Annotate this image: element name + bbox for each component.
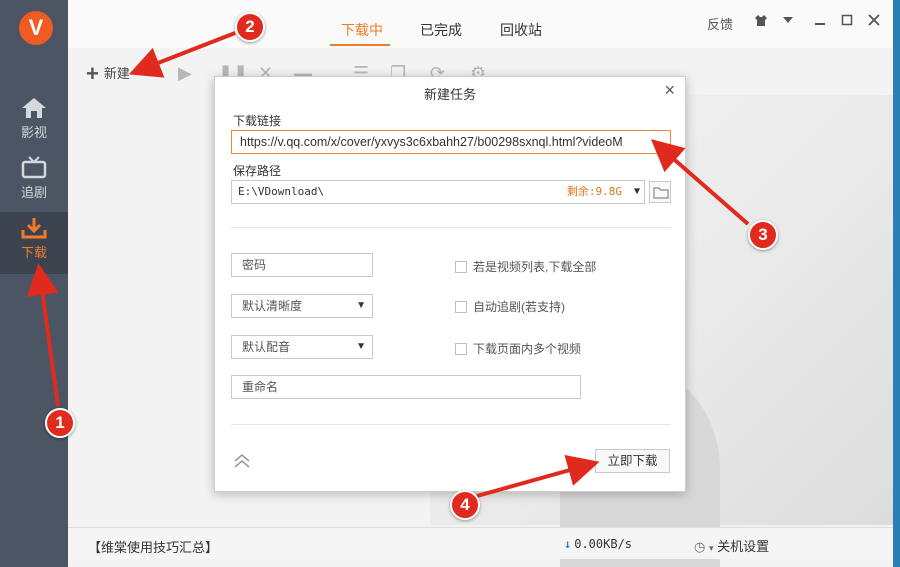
new-task-button[interactable]: + 新建 <box>86 61 130 87</box>
sidebar-item-download[interactable]: 下载 <box>0 212 68 274</box>
plus-icon: + <box>86 61 99 86</box>
rename-input[interactable]: 重命名 <box>231 375 581 399</box>
sidebar-item-label: 影视 <box>20 125 47 140</box>
chevron-down-icon: ▼ <box>356 300 366 311</box>
close-window-icon[interactable] <box>868 14 880 29</box>
down-arrow-icon: ↓ <box>564 537 572 551</box>
divider <box>231 424 671 425</box>
close-icon[interactable]: × <box>664 80 675 101</box>
home-icon <box>0 92 68 122</box>
status-bar: 【维棠使用技巧汇总】 ↓ 0.00KB/s ◷ ▾ 关机设置 <box>68 527 893 559</box>
top-bar: 下载中 已完成 回收站 反馈 <box>68 0 893 48</box>
sidebar-item-label: 下载 <box>20 245 47 260</box>
save-path-select[interactable]: E:\VDownload\ 剩余:9.8G ▼ <box>231 180 645 204</box>
audio-value: 默认配音 <box>242 340 291 354</box>
feedback-link[interactable]: 反馈 <box>707 14 733 33</box>
checkbox-label: 若是视频列表,下载全部 <box>473 260 597 274</box>
app-logo: V <box>19 11 53 45</box>
chevron-down-icon: ▾ <box>708 543 714 553</box>
tab-downloading[interactable]: 下载中 <box>341 20 383 40</box>
new-task-label: 新建 <box>103 66 130 81</box>
annotation-badge-4: 4 <box>450 490 480 520</box>
sidebar-item-movies[interactable]: 影视 <box>0 92 68 154</box>
tab-recycle-bin[interactable]: 回收站 <box>500 20 542 40</box>
annotation-badge-3: 3 <box>748 220 778 250</box>
path-value: E:\VDownload\ <box>238 185 325 198</box>
browse-folder-button[interactable] <box>649 181 671 203</box>
dialog-title: 新建任务 <box>423 87 476 102</box>
download-now-button[interactable]: 立即下载 <box>595 449 670 473</box>
multi-video-checkbox[interactable]: 下载页面内多个视频 <box>455 340 581 357</box>
sidebar: V 影视 追剧 下载 <box>0 0 68 567</box>
sidebar-item-series[interactable]: 追剧 <box>0 152 68 214</box>
collapse-icon[interactable] <box>233 454 251 471</box>
minimize-icon[interactable] <box>814 14 826 29</box>
checkbox-label: 自动追剧(若支持) <box>473 300 565 314</box>
url-input[interactable]: https://v.qq.com/x/cover/yxvys3c6xbahh27… <box>231 130 671 154</box>
checkbox-box <box>455 301 467 313</box>
annotation-badge-2: 2 <box>235 12 265 42</box>
skin-icon[interactable] <box>754 14 768 30</box>
free-space: 剩余:9.8G <box>566 185 622 198</box>
shutdown-settings[interactable]: ◷ ▾ 关机设置 <box>694 536 769 555</box>
checkbox-label: 下载页面内多个视频 <box>473 342 582 356</box>
tv-icon <box>0 152 68 182</box>
tips-link[interactable]: 【维棠使用技巧汇总】 <box>88 537 218 556</box>
sidebar-item-label: 追剧 <box>20 185 47 200</box>
speed-value: 0.00KB/s <box>574 537 633 551</box>
new-task-dialog: 新建任务 × 下载链接 https://v.qq.com/x/cover/yxv… <box>214 76 686 492</box>
auto-follow-checkbox[interactable]: 自动追剧(若支持) <box>455 298 565 315</box>
chevron-down-icon: ▼ <box>633 186 640 197</box>
menu-dropdown-icon[interactable] <box>782 14 794 29</box>
app-window: V 影视 追剧 下载 下载中 已完成 回收站 反馈 + 新建 ▶ ❚❚ ✕ ▬ … <box>0 0 893 567</box>
audio-select[interactable]: 默认配音 ▼ <box>231 335 373 359</box>
maximize-icon[interactable] <box>841 14 853 29</box>
password-input[interactable]: 密码 <box>231 253 373 277</box>
quality-select[interactable]: 默认清晰度 ▼ <box>231 294 373 318</box>
path-label: 保存路径 <box>233 164 282 178</box>
tab-completed[interactable]: 已完成 <box>420 20 462 40</box>
download-all-checkbox[interactable]: 若是视频列表,下载全部 <box>455 258 596 275</box>
active-tab-indicator <box>330 44 390 46</box>
desktop-edge <box>893 0 900 567</box>
play-icon[interactable]: ▶ <box>178 63 192 84</box>
clock-icon: ◷ <box>694 539 706 554</box>
download-icon <box>0 212 68 242</box>
shutdown-label: 关机设置 <box>717 539 770 554</box>
download-speed: ↓ 0.00KB/s <box>564 537 632 551</box>
folder-icon <box>653 187 669 199</box>
annotation-badge-1: 1 <box>45 408 75 438</box>
divider <box>231 227 671 228</box>
checkbox-box <box>455 261 467 273</box>
quality-value: 默认清晰度 <box>242 299 303 313</box>
url-label: 下载链接 <box>233 114 282 128</box>
chevron-down-icon: ▼ <box>356 341 366 352</box>
checkbox-box <box>455 343 467 355</box>
